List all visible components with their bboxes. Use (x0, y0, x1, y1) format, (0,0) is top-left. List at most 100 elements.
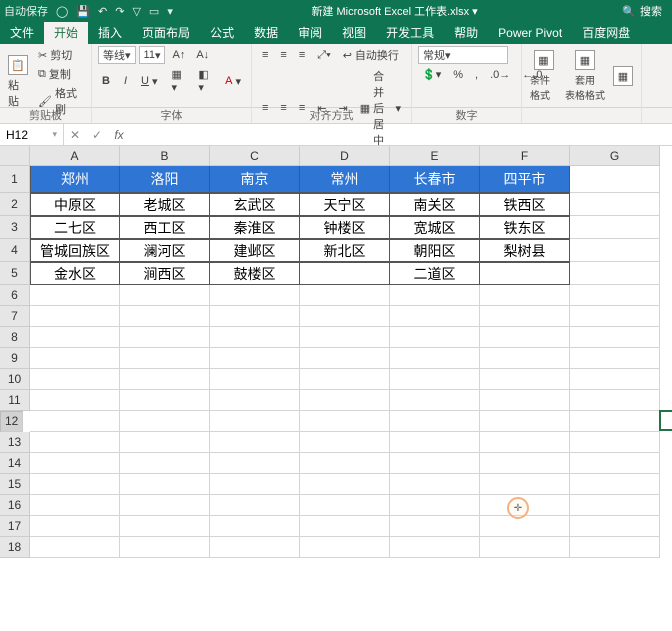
cell[interactable] (30, 495, 120, 516)
table-data-cell[interactable]: 铁东区 (480, 216, 570, 239)
table-data-cell[interactable]: 钟楼区 (300, 216, 390, 239)
cell[interactable] (570, 411, 660, 432)
table-data-cell[interactable]: 金水区 (30, 262, 120, 285)
bold-button[interactable]: B (98, 67, 114, 95)
increase-font-icon[interactable]: A↑ (168, 46, 189, 64)
tab-insert[interactable]: 插入 (88, 22, 132, 44)
table-header-cell[interactable]: 南京 (210, 166, 300, 193)
tab-home[interactable]: 开始 (44, 22, 88, 44)
row-header[interactable]: 12 (0, 411, 23, 432)
align-left-icon[interactable]: ≡ (258, 67, 272, 149)
cell[interactable] (120, 411, 210, 432)
font-name-select[interactable]: 等线 ▾ (98, 46, 136, 64)
tab-baidu[interactable]: 百度网盘 (572, 22, 640, 44)
table-data-cell[interactable]: 新北区 (300, 239, 390, 262)
accounting-icon[interactable]: 💲▾ (418, 67, 445, 82)
cell[interactable] (570, 216, 660, 239)
indent-inc-icon[interactable]: ⇥ (334, 67, 351, 149)
cell[interactable] (120, 453, 210, 474)
cell[interactable] (30, 369, 120, 390)
cell[interactable] (210, 411, 300, 432)
row-header[interactable]: 18 (0, 537, 30, 558)
cell[interactable] (390, 432, 480, 453)
table-data-cell[interactable]: 建邺区 (210, 239, 300, 262)
cell[interactable] (210, 453, 300, 474)
cell[interactable] (390, 537, 480, 558)
copy-button[interactable]: ⧉复制 (34, 65, 85, 83)
border-button[interactable]: ▦ ▾ (168, 67, 189, 95)
cell[interactable] (30, 453, 120, 474)
cell[interactable] (480, 411, 570, 432)
table-data-cell[interactable]: 朝阳区 (390, 239, 480, 262)
table-data-cell[interactable]: 老城区 (120, 193, 210, 216)
column-header[interactable]: E (390, 146, 480, 166)
row-header[interactable]: 13 (0, 432, 30, 453)
underline-button[interactable]: U ▾ (137, 67, 161, 95)
cell[interactable] (210, 285, 300, 306)
row-header[interactable]: 4 (0, 239, 30, 262)
cell[interactable] (570, 432, 660, 453)
align-top-icon[interactable]: ≡ (258, 46, 272, 64)
cut-button[interactable]: ✂剪切 (34, 46, 85, 64)
table-header-cell[interactable]: 长春市 (390, 166, 480, 193)
wrap-text-button[interactable]: ↩自动换行 (339, 46, 403, 64)
tab-review[interactable]: 审阅 (288, 22, 332, 44)
cell[interactable] (390, 495, 480, 516)
row-header[interactable]: 17 (0, 516, 30, 537)
table-data-cell[interactable]: 西工区 (120, 216, 210, 239)
row-header[interactable]: 1 (0, 166, 30, 193)
table-data-cell[interactable]: 天宁区 (300, 193, 390, 216)
cell[interactable] (570, 516, 660, 537)
cell[interactable] (120, 432, 210, 453)
column-header[interactable]: D (300, 146, 390, 166)
merge-center-button[interactable]: ▦合并后居中▾ (356, 67, 405, 149)
cell[interactable] (570, 306, 660, 327)
column-header[interactable]: F (480, 146, 570, 166)
paste-button[interactable]: 📋 粘贴 (6, 53, 30, 111)
table-data-cell[interactable]: 二道区 (390, 262, 480, 285)
cell[interactable] (300, 495, 390, 516)
increase-decimal-icon[interactable]: .0→ (486, 67, 514, 82)
cell[interactable] (390, 348, 480, 369)
table-header-cell[interactable]: 常州 (300, 166, 390, 193)
align-middle-icon[interactable]: ≡ (276, 46, 290, 64)
cell[interactable] (480, 516, 570, 537)
cell[interactable] (120, 348, 210, 369)
cell[interactable] (210, 369, 300, 390)
cell[interactable] (210, 495, 300, 516)
cell[interactable] (30, 306, 120, 327)
cell[interactable] (390, 474, 480, 495)
cell[interactable] (300, 516, 390, 537)
row-header[interactable]: 2 (0, 193, 30, 216)
cell[interactable] (300, 432, 390, 453)
table-data-cell[interactable]: 二七区 (30, 216, 120, 239)
row-header[interactable]: 9 (0, 348, 30, 369)
table-header-cell[interactable]: 郑州 (30, 166, 120, 193)
column-header[interactable]: A (30, 146, 120, 166)
cell[interactable] (390, 285, 480, 306)
orientation-icon[interactable]: ⤢▾ (313, 46, 334, 64)
filter-icon[interactable]: ▽ (132, 5, 140, 18)
tab-layout[interactable]: 页面布局 (132, 22, 200, 44)
cell[interactable] (30, 411, 120, 432)
cell[interactable] (570, 262, 660, 285)
cell[interactable] (120, 537, 210, 558)
table-data-cell[interactable]: 宽城区 (390, 216, 480, 239)
cell[interactable] (570, 390, 660, 411)
row-header[interactable]: 14 (0, 453, 30, 474)
cell[interactable] (120, 327, 210, 348)
cell[interactable] (480, 348, 570, 369)
cell[interactable] (390, 327, 480, 348)
cell[interactable] (300, 537, 390, 558)
cell[interactable] (390, 453, 480, 474)
cell[interactable] (300, 453, 390, 474)
tab-data[interactable]: 数据 (244, 22, 288, 44)
fill-color-button[interactable]: ◧ ▾ (194, 67, 215, 95)
cell[interactable] (300, 390, 390, 411)
worksheet-grid[interactable]: ABCDEFG 123456789101112131415161718 郑州洛阳… (0, 146, 672, 631)
tab-dev[interactable]: 开发工具 (376, 22, 444, 44)
cell[interactable] (210, 327, 300, 348)
cell[interactable] (570, 193, 660, 216)
cell[interactable] (210, 432, 300, 453)
cell[interactable] (300, 474, 390, 495)
